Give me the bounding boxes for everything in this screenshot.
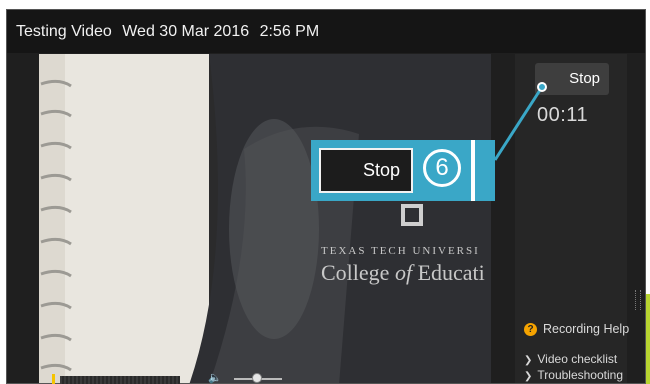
video-checklist-link[interactable]: ❯ Video checklist — [524, 352, 623, 368]
page-edge-accent — [646, 294, 650, 384]
help-icon: ? — [524, 322, 537, 336]
side-panel: Stop 00:11 ? Recording Help ❯ Video check… — [515, 54, 629, 383]
stop-button[interactable]: Stop — [535, 63, 609, 95]
title-bar: Testing Video Wed 30 Mar 2016 2:56 PM — [7, 10, 645, 53]
progress-track[interactable] — [60, 376, 180, 384]
recording-date: Wed 30 Mar 2016 — [122, 23, 250, 40]
callout-divider — [471, 140, 475, 201]
callout-stop-button[interactable]: Stop — [319, 148, 413, 193]
troubleshooting-link[interactable]: ❯ Troubleshooting — [524, 368, 623, 383]
overlay-university: TEXAS TECH UNIVERSI — [321, 245, 480, 257]
video-frame: TEXAS TECH UNIVERSI College of Educati — [39, 54, 491, 383]
recording-help-label: Recording Help — [543, 322, 630, 336]
playhead-marker[interactable] — [52, 374, 55, 384]
speaker-icon[interactable]: 🔈 — [208, 371, 222, 384]
overlay-college: College of Educati — [321, 260, 485, 285]
volume-slider-knob[interactable] — [252, 373, 262, 383]
chevron-right-icon: ❯ — [524, 371, 533, 382]
tutorial-callout: Stop 6 — [311, 140, 495, 201]
resize-grip[interactable] — [635, 290, 641, 310]
recording-title: Testing Video — [16, 23, 112, 40]
recording-timer: 00:11 — [537, 104, 589, 126]
chevron-right-icon: ❯ — [524, 355, 533, 366]
video-preview: TEXAS TECH UNIVERSI College of Educati — [39, 54, 491, 383]
help-links: ❯ Video checklist ❯ Troubleshooting — [524, 352, 623, 383]
recording-help-link[interactable]: ? Recording Help — [524, 322, 629, 336]
step-number-badge: 6 — [423, 149, 461, 187]
recording-time: 2:56 PM — [259, 23, 320, 40]
